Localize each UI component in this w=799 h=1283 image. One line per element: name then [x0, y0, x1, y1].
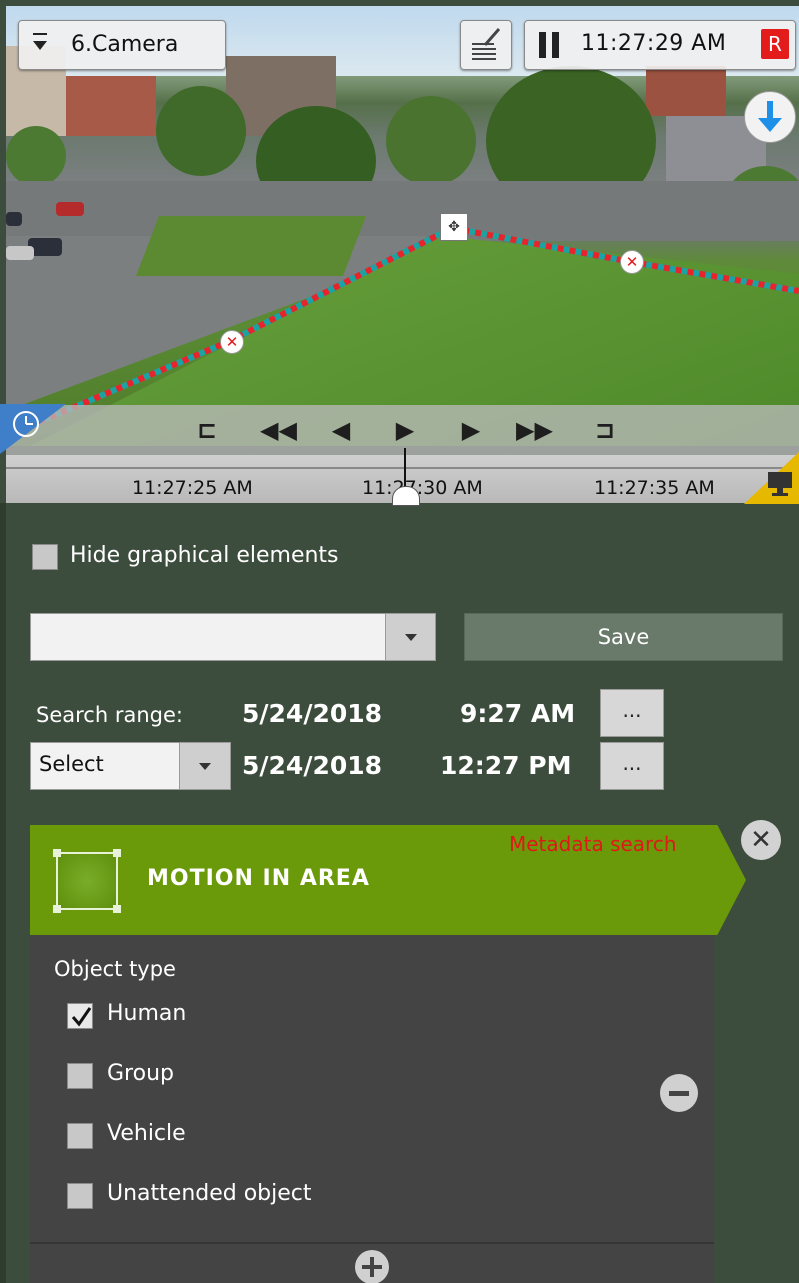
card-body: [30, 935, 714, 1283]
area-corner: [53, 849, 61, 857]
group-checkbox[interactable]: [67, 1063, 93, 1089]
next-fast-button[interactable]: ▶▶: [516, 413, 553, 447]
drag-vertex-icon[interactable]: ✥: [440, 213, 468, 241]
next-frame-button[interactable]: ▶: [454, 413, 488, 447]
download-arrow-icon: [758, 101, 782, 132]
area-corner: [113, 849, 121, 857]
area-corner: [113, 905, 121, 913]
clock-time: 11:27:29 AM: [581, 31, 727, 56]
area-corner: [53, 905, 61, 913]
hide-graphics-checkbox[interactable]: [32, 544, 58, 570]
range-start-time: 9:27 AM: [460, 699, 576, 728]
card-divider: [30, 1242, 714, 1244]
range-start-picker-button[interactable]: ...: [600, 689, 664, 737]
object-type-option: Human: [107, 1001, 187, 1026]
unattended-object-checkbox[interactable]: [67, 1183, 93, 1209]
previous-frame-button[interactable]: ◀: [324, 413, 358, 447]
human-checkbox[interactable]: [67, 1003, 93, 1029]
checkmark-icon: [71, 1007, 92, 1027]
download-button[interactable]: [744, 91, 796, 143]
timeline-track: [6, 467, 799, 469]
play-button[interactable]: ▶: [388, 413, 422, 447]
note-pencil-icon: [472, 28, 501, 60]
previous-fast-button[interactable]: ◀◀: [260, 413, 297, 447]
camera-select-button[interactable]: 6.Camera: [18, 20, 226, 70]
object-type-option: Vehicle: [107, 1121, 186, 1146]
timeline-cursor-handle[interactable]: [392, 486, 420, 506]
metadata-search-label: Metadata search: [509, 832, 677, 856]
chevron-down-icon: [33, 33, 47, 35]
motion-area-icon: [53, 849, 121, 913]
camera-search-panel: ✕ ✕ ✥ 6.Camera 11:27:29 AM R ⊏ ◀◀ ◀ ▶ ▶ …: [0, 0, 799, 1283]
period-select-value: Select: [39, 752, 104, 776]
go-to-start-button[interactable]: ⊏: [190, 413, 224, 447]
timeline-label: 11:27:35 AM: [594, 477, 715, 499]
card-title: MOTION IN AREA: [147, 866, 370, 891]
period-dropdown-button[interactable]: [179, 742, 231, 790]
timeline-label: 11:27:25 AM: [132, 477, 253, 499]
search-range-label: Search range:: [36, 703, 183, 727]
object-type-option: Unattended object: [107, 1181, 312, 1206]
chevron-down-icon: [33, 41, 47, 50]
timeline-label: 11:27:30 AM: [362, 477, 483, 499]
range-start-date: 5/24/2018: [242, 699, 383, 728]
playback-status[interactable]: 11:27:29 AM R: [524, 20, 796, 70]
clock-icon: [13, 411, 39, 437]
close-card-button[interactable]: ✕: [741, 820, 781, 860]
save-button[interactable]: Save: [464, 613, 783, 661]
vehicle-checkbox[interactable]: [67, 1123, 93, 1149]
pause-icon: [539, 32, 546, 58]
playback-controls: ⊏ ◀◀ ◀ ▶ ▶ ▶▶ ⊐: [6, 405, 799, 455]
go-to-end-button[interactable]: ⊐: [588, 413, 622, 447]
range-end-picker-button[interactable]: ...: [600, 742, 664, 790]
remove-condition-button[interactable]: [660, 1074, 698, 1112]
object-type-label: Object type: [54, 957, 176, 981]
hide-graphics-label: Hide graphical elements: [70, 543, 339, 568]
pause-icon: [552, 32, 559, 58]
preset-dropdown-button[interactable]: [385, 613, 436, 661]
remove-vertex-icon[interactable]: ✕: [220, 330, 244, 354]
range-end-date: 5/24/2018: [242, 751, 383, 780]
camera-name: 6.Camera: [71, 32, 179, 57]
range-end-time: 12:27 PM: [440, 751, 572, 780]
add-condition-button[interactable]: [355, 1250, 389, 1283]
panel-edge: [0, 503, 6, 1283]
remove-vertex-icon[interactable]: ✕: [620, 250, 644, 274]
chevron-down-icon: [199, 763, 211, 770]
record-badge: R: [761, 29, 789, 59]
preset-combo[interactable]: [30, 613, 386, 661]
chevron-down-icon: [404, 634, 417, 641]
detection-area-overlay[interactable]: [6, 6, 799, 446]
video-frame[interactable]: ✕ ✕ ✥: [6, 6, 799, 446]
period-select[interactable]: Select: [30, 742, 180, 790]
notes-button[interactable]: [460, 20, 512, 70]
monitor-icon: [768, 472, 792, 496]
object-type-option: Group: [107, 1061, 174, 1086]
